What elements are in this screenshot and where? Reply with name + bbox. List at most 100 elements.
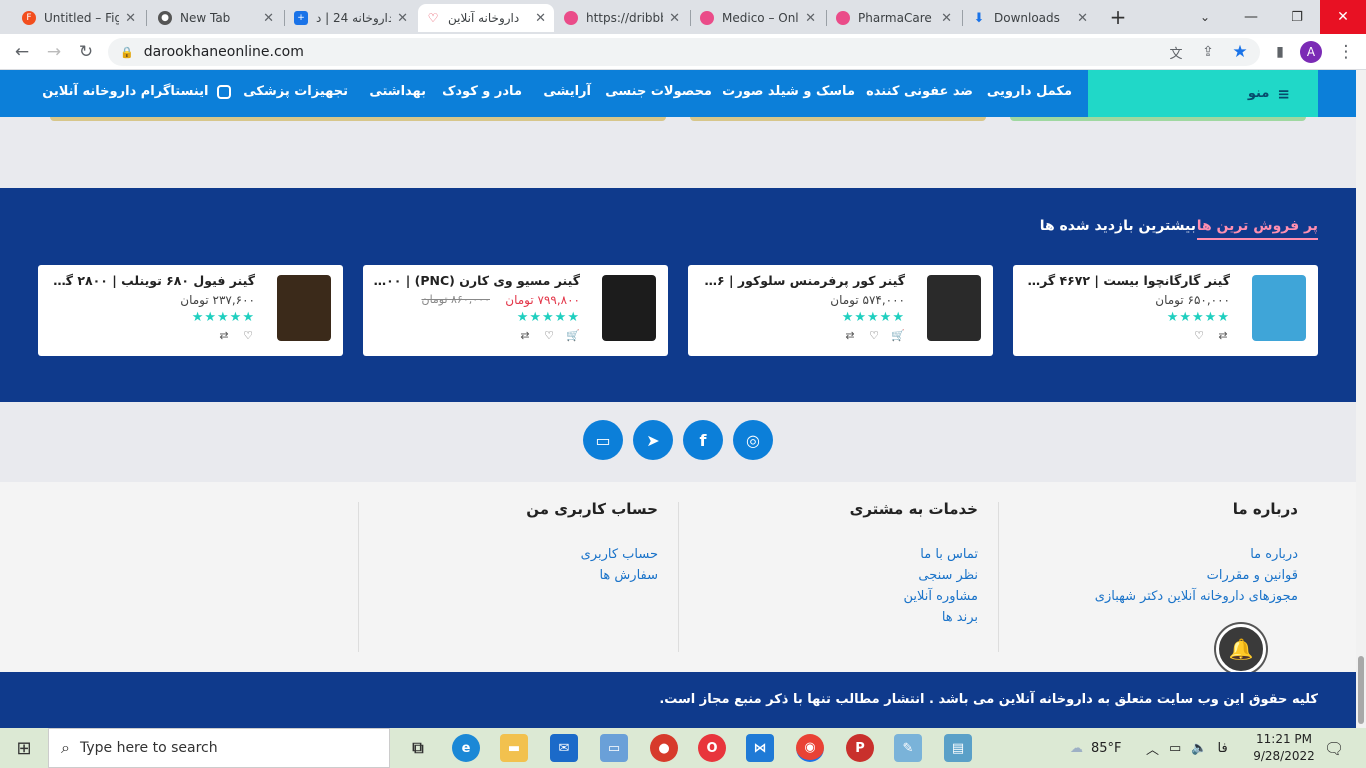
product-name[interactable]: گینر گارگانچوا بیست | ۴۶۷۲ گرم | اف...: [1022, 273, 1230, 288]
footer-link[interactable]: برند ها: [850, 607, 978, 628]
menu-item-mother-baby[interactable]: مادر و کودک: [442, 84, 522, 99]
vscode-icon[interactable]: ⋈: [746, 734, 774, 762]
close-window-icon[interactable]: ✕: [1320, 0, 1366, 34]
add-to-cart-icon[interactable]: 🛒: [891, 329, 905, 342]
menu-item-cosmetics[interactable]: آرایشی: [543, 84, 591, 99]
side-panel-icon[interactable]: ▮: [1268, 40, 1292, 64]
more-menu-icon[interactable]: ⋮: [1334, 40, 1358, 64]
footer-link[interactable]: حساب کاربری: [526, 544, 658, 565]
product-card[interactable]: گینر کور پرفرمنس سلوکور | ۲۴۳۶ گر... ۵۷۴…: [688, 265, 993, 356]
browser-tab-active[interactable]: ♡ داروخانه آنلاین ✕: [418, 4, 554, 32]
pdf-reader-icon[interactable]: P: [846, 734, 874, 762]
footer-link[interactable]: تماس با ما: [850, 544, 978, 565]
menu-item-masks[interactable]: ماسک و شیلد صورت: [722, 84, 855, 99]
compare-icon[interactable]: ⇄: [518, 329, 532, 342]
menu-item-hygiene[interactable]: بهداشتی: [369, 84, 426, 99]
forward-arrow-icon[interactable]: →: [42, 40, 66, 64]
weather-widget[interactable]: ☁ 85°F: [1070, 728, 1122, 768]
compare-icon[interactable]: ⇄: [1216, 329, 1230, 342]
back-arrow-icon[interactable]: ←: [10, 40, 34, 64]
footer-link[interactable]: قوانین و مقررات: [1095, 565, 1298, 586]
product-image[interactable]: [927, 275, 981, 341]
close-tab-icon[interactable]: ✕: [263, 11, 274, 26]
taskbar-search-box[interactable]: ⌕ Type here to search: [48, 728, 390, 768]
footer-link[interactable]: مجوزهای داروخانه آنلاین دکتر شهبازی: [1095, 586, 1298, 607]
notepad-icon[interactable]: ▤: [944, 734, 972, 762]
reload-icon[interactable]: ↻: [74, 40, 98, 64]
close-tab-icon[interactable]: ✕: [397, 11, 408, 26]
scrollbar-thumb[interactable]: [1358, 656, 1364, 724]
product-image[interactable]: [1252, 275, 1306, 341]
close-tab-icon[interactable]: ✕: [941, 11, 952, 26]
browser-tab[interactable]: F Untitled – Fig ✕: [14, 4, 144, 32]
menu-item-sexual-health[interactable]: محصولات جنسی: [605, 84, 712, 99]
network-icon[interactable]: ▭: [1169, 741, 1181, 756]
close-tab-icon[interactable]: ✕: [535, 11, 546, 26]
footer-link[interactable]: مشاوره آنلاین: [850, 586, 978, 607]
page-scrollbar[interactable]: [1356, 70, 1366, 728]
volume-icon[interactable]: 🔈: [1191, 741, 1207, 756]
product-name[interactable]: گینر کور پرفرمنس سلوکور | ۲۴۳۶ گر...: [697, 273, 905, 288]
screen-recorder-icon[interactable]: ●: [650, 734, 678, 762]
menu-item-medical-equipment[interactable]: تجهیزات پزشکی: [243, 84, 348, 99]
browser-tab[interactable]: PharmaCare - ✕: [828, 4, 960, 32]
wishlist-heart-icon[interactable]: ♡: [241, 329, 255, 342]
minimize-icon[interactable]: —: [1228, 0, 1274, 34]
close-tab-icon[interactable]: ✕: [1077, 11, 1088, 26]
footer-link[interactable]: نظر سنجی: [850, 565, 978, 586]
product-image[interactable]: [602, 275, 656, 341]
file-explorer-icon[interactable]: ▬: [500, 734, 528, 762]
translate-icon[interactable]: 文: [1164, 40, 1188, 64]
paint-icon[interactable]: ✎: [894, 734, 922, 762]
close-tab-icon[interactable]: ✕: [669, 11, 680, 26]
telegram-icon[interactable]: ➤: [633, 420, 673, 460]
footer-link[interactable]: درباره ما: [1095, 544, 1298, 565]
browser-tab[interactable]: ⬇ Downloads ✕: [964, 4, 1096, 32]
product-name[interactable]: گینر فیول ۶۸۰ توینلب | ۲۸۰۰ گرم | ...: [47, 273, 255, 288]
notifications-icon[interactable]: 🗨: [1324, 728, 1344, 768]
close-tab-icon[interactable]: ✕: [125, 11, 136, 26]
wishlist-heart-icon[interactable]: ♡: [1192, 329, 1206, 342]
opera-icon[interactable]: O: [698, 734, 726, 762]
tab-most-viewed[interactable]: بیشترین بازدید شده ها: [1040, 218, 1196, 234]
remote-desktop-icon[interactable]: ▭: [600, 734, 628, 762]
facebook-icon[interactable]: f: [683, 420, 723, 460]
task-view-icon[interactable]: ⧉: [404, 734, 432, 762]
product-card[interactable]: گینر مسیو وی کارن (PNC) | ۱۰۰۰ گر... ۷۹۹…: [363, 265, 668, 356]
share-icon[interactable]: ⇪: [1196, 40, 1220, 64]
notification-bell-icon[interactable]: 🔔: [1216, 624, 1266, 674]
chrome-icon[interactable]: ◉: [796, 734, 824, 762]
tab-bestsellers[interactable]: پر فروش ترین ها: [1196, 218, 1318, 240]
bookmark-star-icon[interactable]: ★: [1228, 40, 1252, 64]
menu-toggle-button[interactable]: ≡ منو: [1088, 70, 1318, 117]
tab-search-chevron-icon[interactable]: ⌄: [1182, 0, 1228, 34]
menu-item-instagram[interactable]: اینستاگرام داروخانه آنلاین: [42, 84, 231, 99]
add-to-cart-icon[interactable]: 🛒: [566, 329, 580, 342]
aparat-icon[interactable]: ▭: [583, 420, 623, 460]
clock[interactable]: 11:21 PM 9/28/2022: [1252, 728, 1316, 768]
menu-item-supplements[interactable]: مکمل دارویی: [987, 84, 1072, 99]
close-tab-icon[interactable]: ✕: [805, 11, 816, 26]
wishlist-heart-icon[interactable]: ♡: [867, 329, 881, 342]
windows-start-icon[interactable]: ⊞: [0, 728, 48, 768]
new-tab-icon[interactable]: +: [1100, 0, 1136, 34]
product-card[interactable]: گینر فیول ۶۸۰ توینلب | ۲۸۰۰ گرم | ... ۲۳…: [38, 265, 343, 356]
browser-tab[interactable]: https://dribbb ✕: [556, 4, 688, 32]
tray-chevron-icon[interactable]: ︿: [1146, 739, 1159, 758]
lock-icon[interactable]: 🔒: [120, 46, 134, 59]
product-card[interactable]: گینر گارگانچوا بیست | ۴۶۷۲ گرم | اف... ۶…: [1013, 265, 1318, 356]
footer-link[interactable]: سفارش ها: [526, 565, 658, 586]
compare-icon[interactable]: ⇄: [217, 329, 231, 342]
menu-item-disinfectants[interactable]: ضد عفونی کننده: [866, 84, 973, 99]
address-bar[interactable]: 🔒 darookhaneonline.com: [108, 38, 1260, 66]
product-name[interactable]: گینر مسیو وی کارن (PNC) | ۱۰۰۰ گر...: [372, 273, 580, 288]
browser-tab[interactable]: + داروخانه 24 | د ✕: [286, 4, 416, 32]
restore-icon[interactable]: ❐: [1274, 0, 1320, 34]
edge-icon[interactable]: e: [452, 734, 480, 762]
browser-tab[interactable]: Medico – Onl ✕: [692, 4, 824, 32]
browser-tab[interactable]: ● New Tab ✕: [150, 4, 282, 32]
instagram-icon[interactable]: ◎: [733, 420, 773, 460]
product-image[interactable]: [277, 275, 331, 341]
language-indicator[interactable]: فا: [1218, 741, 1228, 756]
mail-icon[interactable]: ✉: [550, 734, 578, 762]
